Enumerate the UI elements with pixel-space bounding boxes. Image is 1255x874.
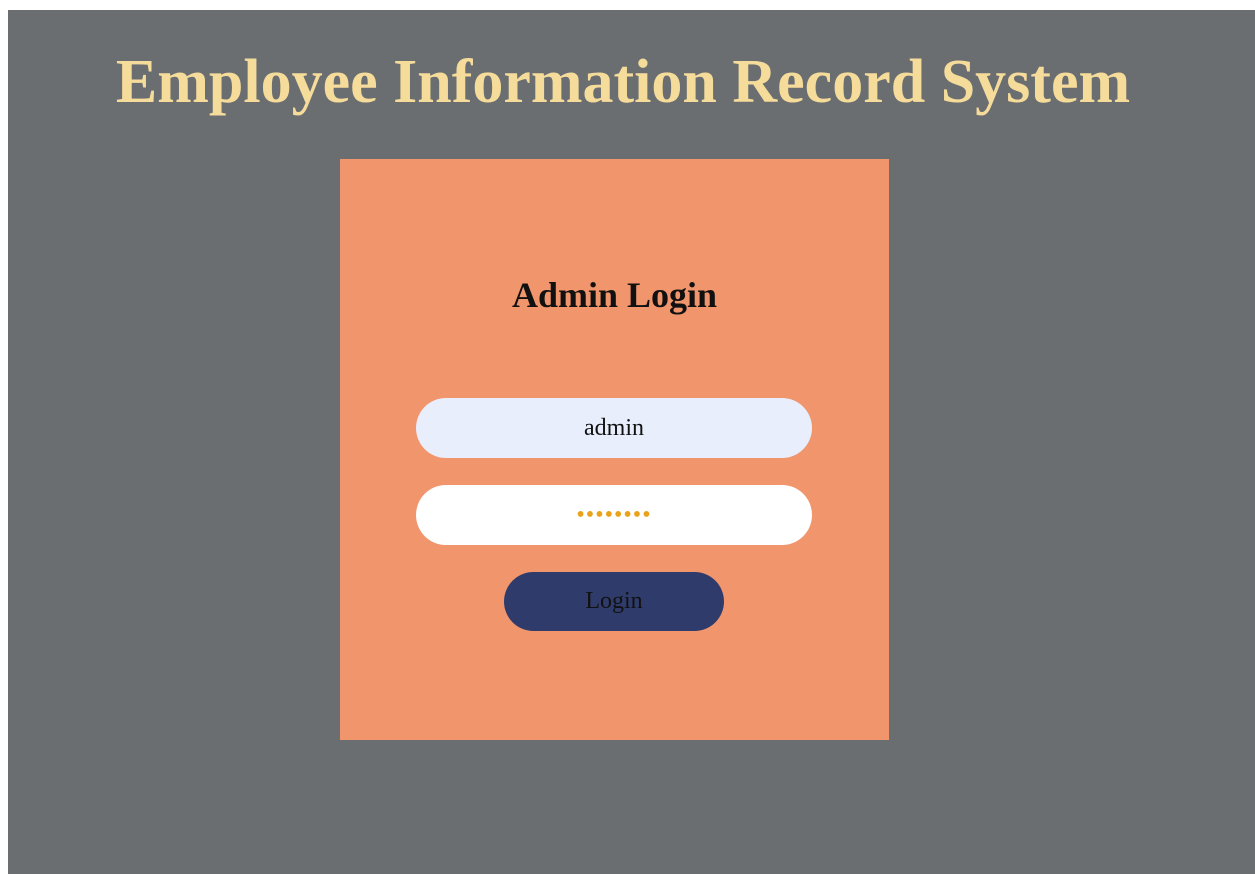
login-button[interactable]: Login (504, 572, 724, 631)
login-heading: Admin Login (511, 275, 718, 315)
login-card: Admin Login Login (340, 159, 889, 740)
password-input[interactable] (416, 485, 812, 545)
app-title: Employee Information Record System (115, 48, 1131, 116)
username-input[interactable] (416, 398, 812, 458)
page-background: Employee Information Record System Admin… (8, 10, 1255, 874)
